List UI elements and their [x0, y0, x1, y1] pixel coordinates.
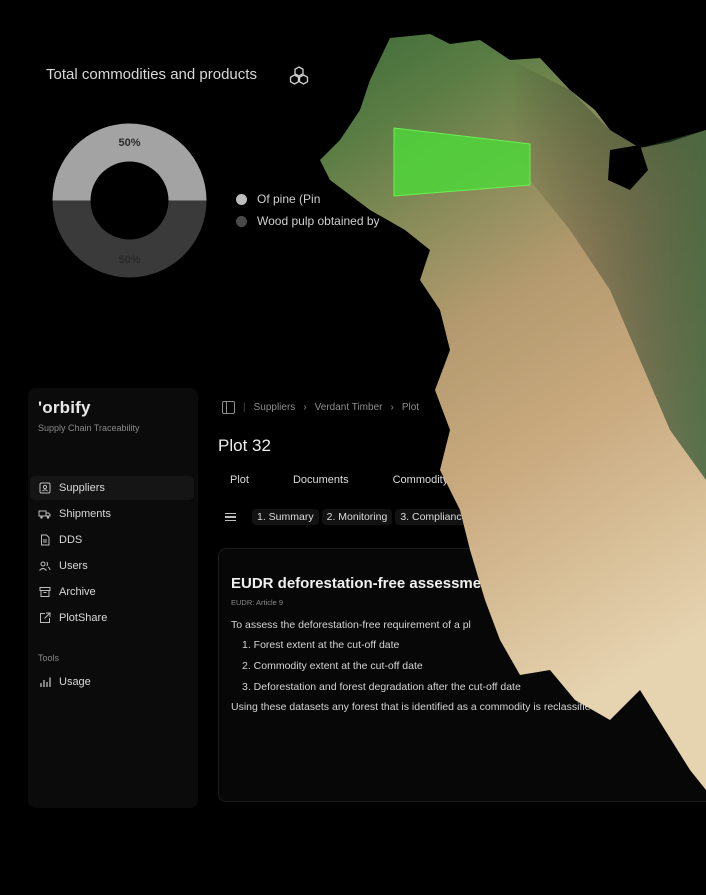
donut-label-bottom: 50% [118, 254, 140, 266]
app-logo[interactable]: 'orbify [38, 398, 91, 418]
breadcrumb-item-suppliers[interactable]: Suppliers [254, 402, 296, 413]
sidebar-item-label: Usage [59, 676, 91, 688]
id-card-icon [38, 482, 51, 495]
sidebar-item-users[interactable]: Users [30, 554, 194, 578]
truck-icon [38, 508, 51, 521]
toggle-sidebar-icon[interactable] [222, 401, 235, 414]
sidebar-item-archive[interactable]: Archive [30, 580, 194, 604]
page-title: Plot 32 [218, 436, 271, 455]
donut-slice-top [52, 123, 207, 201]
document-icon [38, 534, 51, 547]
sidebar-item-label: DDS [59, 534, 83, 546]
legend-dot-pine [236, 193, 247, 205]
sidebar-item-suppliers[interactable]: Suppliers [30, 476, 194, 500]
commodities-donut-chart: 50% 50% [52, 123, 207, 278]
users-icon [38, 560, 51, 573]
commodities-title: Total commodities and products [46, 66, 257, 83]
sidebar-item-label: PlotShare [59, 612, 108, 624]
sidebar-item-label: Shipments [59, 508, 111, 520]
legend-dot-pulp [236, 215, 247, 227]
share-icon [38, 612, 51, 625]
chevron-right-icon: › [303, 402, 307, 413]
menu-icon[interactable] [225, 513, 236, 521]
sidebar-item-dds[interactable]: DDS [30, 528, 194, 552]
tools-section-label: Tools [38, 653, 60, 663]
donut-label-top: 50% [118, 137, 140, 149]
step-summary[interactable]: 1. Summary [252, 509, 319, 525]
archive-icon [38, 586, 51, 599]
sidebar-item-shipments[interactable]: Shipments [30, 502, 194, 526]
app-subtitle: Supply Chain Traceability [38, 423, 140, 433]
sidebar-item-plotshare[interactable]: PlotShare [30, 606, 194, 630]
bar-chart-icon [38, 676, 51, 689]
sidebar-item-label: Users [59, 560, 88, 572]
assessment-subtitle: EUDR: Article 9 [231, 598, 284, 607]
tab-plot[interactable]: Plot [230, 474, 249, 486]
breadcrumb-separator: | [243, 402, 246, 413]
cubes-icon [289, 66, 309, 85]
terrain-map[interactable] [310, 30, 706, 790]
sidebar-item-label: Suppliers [59, 482, 105, 494]
sidebar-item-usage[interactable]: Usage [30, 670, 194, 694]
sidebar-item-label: Archive [59, 586, 96, 598]
